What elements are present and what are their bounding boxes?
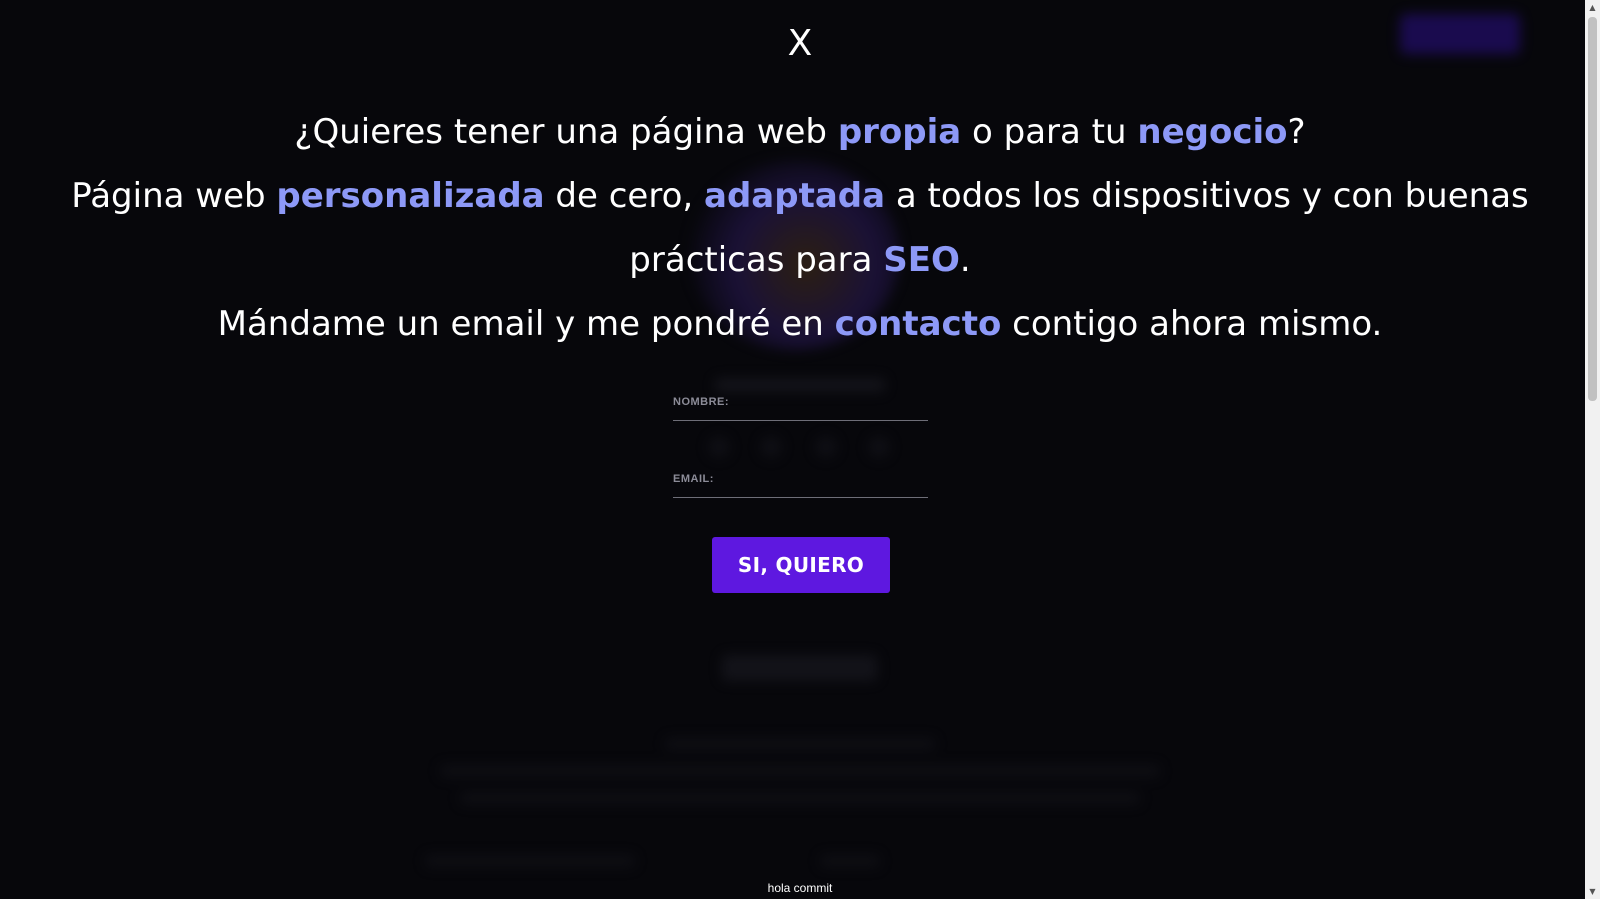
background-text-line	[425, 855, 635, 867]
headline-highlight: propia	[837, 112, 962, 152]
name-label: NOMBRE:	[673, 396, 730, 408]
scroll-up-arrow-icon[interactable]: ▲	[1585, 0, 1600, 15]
headline-highlight: contacto	[834, 304, 1002, 344]
headline-line-1: ¿Quieres tener una página web propia o p…	[60, 100, 1540, 164]
headline-text: ?	[1287, 112, 1306, 152]
name-input[interactable]	[733, 392, 928, 420]
modal-headline: ¿Quieres tener una página web propia o p…	[60, 100, 1540, 356]
headline-highlight: adaptada	[704, 176, 886, 216]
background-text-line	[665, 738, 935, 750]
scrollbar-thumb[interactable]	[1588, 17, 1597, 401]
submit-button[interactable]: SI, QUIERO	[712, 537, 890, 593]
headline-highlight: SEO	[883, 240, 960, 280]
email-label: EMAIL:	[673, 473, 714, 485]
headline-line-3: Mándame un email y me pondré en contacto…	[60, 292, 1540, 356]
headline-highlight: personalizada	[276, 176, 545, 216]
contact-form: NOMBRE: EMAIL:	[673, 390, 928, 544]
headline-text: .	[959, 240, 971, 280]
email-field: EMAIL:	[673, 467, 928, 498]
headline-line-2: Página web personalizada de cero, adapta…	[60, 164, 1540, 292]
email-input[interactable]	[733, 469, 928, 497]
headline-text: ¿Quieres tener una página web	[294, 112, 838, 152]
background-text-line	[440, 765, 1160, 777]
headline-text: Página web	[71, 176, 277, 216]
headline-text: contigo ahora mismo.	[1001, 304, 1383, 344]
headline-highlight: negocio	[1137, 112, 1288, 152]
headline-text: o para tu	[961, 112, 1138, 152]
headline-text: de cero,	[544, 176, 704, 216]
headline-text: Mándame un email y me pondré en	[217, 304, 835, 344]
scroll-down-arrow-icon[interactable]: ▼	[1585, 884, 1600, 899]
background-cta-button	[1400, 14, 1520, 54]
background-section-heading	[722, 655, 877, 681]
vertical-scrollbar[interactable]: ▲ ▼	[1585, 0, 1600, 899]
name-field: NOMBRE:	[673, 390, 928, 421]
background-text-line	[460, 792, 1140, 804]
background-text-line	[820, 855, 880, 867]
close-modal-button[interactable]: X	[782, 22, 818, 66]
page: X ¿Quieres tener una página web propia o…	[0, 0, 1600, 899]
footer-note: hola commit	[767, 881, 833, 895]
